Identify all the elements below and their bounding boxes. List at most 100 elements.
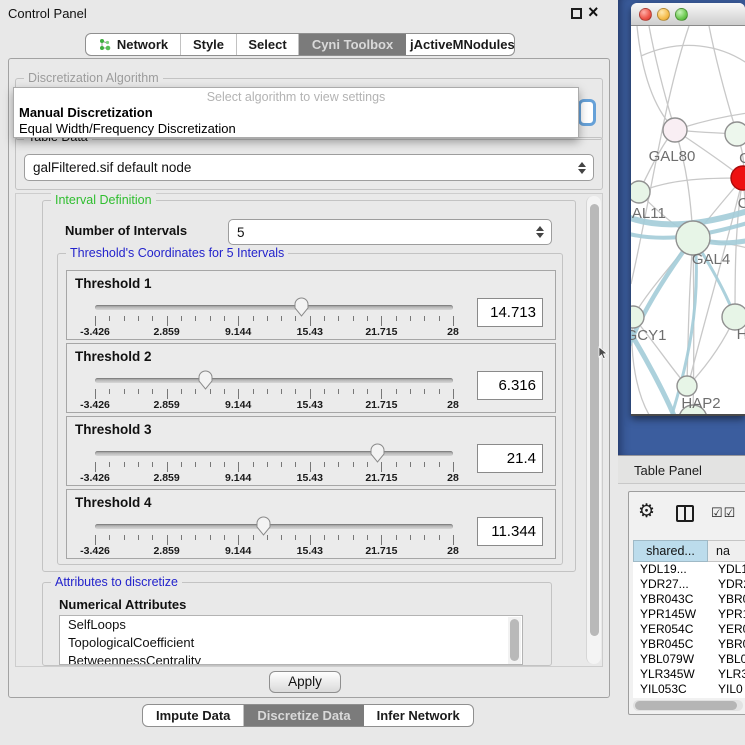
tab-style[interactable]: Style bbox=[181, 34, 237, 55]
slider-tick bbox=[310, 389, 311, 399]
threshold-4-slider-track[interactable] bbox=[95, 524, 453, 529]
slider-tick-label: 28 bbox=[447, 545, 459, 557]
tab-impute-data[interactable]: Impute Data bbox=[143, 705, 244, 726]
zoom-window-icon[interactable] bbox=[675, 8, 688, 21]
cell-shared-name[interactable]: YLR345W bbox=[633, 667, 708, 682]
table-row[interactable]: YLR345WYLR3 bbox=[633, 667, 745, 682]
slider-tick bbox=[238, 316, 239, 326]
slider-tick bbox=[152, 316, 153, 321]
tab-jactivemnodules[interactable]: jActiveMNodules bbox=[406, 34, 515, 55]
table-row[interactable]: YER054CYER0 bbox=[633, 622, 745, 637]
threshold-1-value-field[interactable]: 14.713 bbox=[477, 298, 543, 327]
slider-tick bbox=[295, 535, 296, 540]
tab-infer-network[interactable]: Infer Network bbox=[364, 705, 473, 726]
select-checkboxes-icon[interactable]: ☑☑ bbox=[711, 505, 736, 521]
gear-icon[interactable]: ⚙ bbox=[638, 500, 655, 523]
slider-tick bbox=[338, 535, 339, 540]
attribute-list-item[interactable]: TopologicalCoefficient bbox=[60, 634, 522, 652]
slider-tick bbox=[195, 462, 196, 467]
cell-shared-name[interactable]: YPR145W bbox=[633, 607, 708, 622]
network-node-label: GCY1 bbox=[631, 327, 666, 344]
threshold-1-slider-track[interactable] bbox=[95, 305, 453, 310]
network-node-gcy1[interactable] bbox=[631, 306, 644, 328]
float-panel-icon[interactable] bbox=[571, 8, 582, 19]
network-node-gal4[interactable] bbox=[676, 221, 710, 255]
cell-name[interactable]: YBR0 bbox=[708, 592, 745, 607]
cell-shared-name[interactable]: YDR27... bbox=[633, 577, 708, 592]
cell-shared-name[interactable]: YDL19... bbox=[633, 562, 708, 577]
slider-tick-label: 21.715 bbox=[365, 472, 397, 484]
table-row[interactable]: YPR145WYPR1 bbox=[633, 607, 745, 622]
threshold-3-value-field[interactable]: 21.4 bbox=[477, 444, 543, 473]
tab-discretize-data[interactable]: Discretize Data bbox=[244, 705, 363, 726]
threshold-2-slider-thumb[interactable] bbox=[197, 369, 214, 390]
slider-tick-labels: -3.4262.8599.14415.4321.71528 bbox=[95, 472, 453, 484]
dropdown-placeholder-item[interactable]: Select algorithm to view settings bbox=[14, 88, 578, 105]
attribute-list-item[interactable]: BetweennessCentrality bbox=[60, 652, 522, 665]
column-header-name[interactable]: na bbox=[708, 540, 745, 562]
settings-vertical-scrollbar[interactable] bbox=[586, 196, 601, 664]
network-node-gal80[interactable] bbox=[663, 118, 687, 142]
cell-name[interactable]: YBR0 bbox=[708, 637, 745, 652]
threshold-4-value-field[interactable]: 11.344 bbox=[477, 517, 543, 546]
columns-icon[interactable] bbox=[676, 505, 694, 522]
cell-name[interactable]: YDL1 bbox=[708, 562, 745, 577]
attributes-legend: Attributes to discretize bbox=[51, 575, 182, 589]
cell-name[interactable]: YBL0 bbox=[708, 652, 745, 667]
network-node-label: HAP2 bbox=[681, 395, 720, 412]
threshold-4-slider-thumb[interactable] bbox=[255, 515, 272, 536]
cell-shared-name[interactable]: YBL079W bbox=[633, 652, 708, 667]
threshold-3-slider-thumb[interactable] bbox=[369, 442, 386, 463]
threshold-3-slider-track[interactable] bbox=[95, 451, 453, 456]
numerical-attributes-list[interactable]: SelfLoopsTopologicalCoefficientBetweenne… bbox=[59, 615, 523, 665]
slider-tick-label: 9.144 bbox=[225, 326, 251, 338]
cell-name[interactable]: YLR3 bbox=[708, 667, 745, 682]
close-panel-icon[interactable]: × bbox=[588, 1, 599, 23]
slider-tick bbox=[195, 389, 196, 394]
network-node-red-node[interactable] bbox=[731, 166, 745, 190]
network-window-titlebar[interactable] bbox=[631, 3, 745, 26]
number-of-intervals-combobox[interactable]: 5 bbox=[228, 219, 552, 245]
threshold-1-slider-thumb[interactable] bbox=[293, 296, 310, 317]
tab-cyni-toolbox[interactable]: Cyni Toolbox bbox=[299, 34, 406, 55]
dropdown-item-equal-width-frequency[interactable]: Equal Width/Frequency Discretization bbox=[14, 121, 578, 137]
algorithm-combobox-fragment[interactable] bbox=[578, 99, 596, 126]
cell-shared-name[interactable]: YER054C bbox=[633, 622, 708, 637]
cell-name[interactable]: YIL0 bbox=[708, 682, 745, 697]
cell-shared-name[interactable]: YBR043C bbox=[633, 592, 708, 607]
threshold-2-value-field[interactable]: 6.316 bbox=[477, 371, 543, 400]
table-row[interactable]: YDR27...YDR2 bbox=[633, 577, 745, 592]
table-row[interactable]: YDL19...YDL1 bbox=[633, 562, 745, 577]
tab-network[interactable]: Network bbox=[86, 34, 181, 55]
cell-shared-name[interactable]: YIL053C bbox=[633, 682, 708, 697]
threshold-2-slider-track[interactable] bbox=[95, 378, 453, 383]
attributes-list-scrollbar[interactable] bbox=[508, 617, 521, 665]
cell-name[interactable]: YER0 bbox=[708, 622, 745, 637]
interval-definition-group: Interval Definition Number of Intervals … bbox=[42, 200, 576, 572]
cell-name[interactable]: YPR1 bbox=[708, 607, 745, 622]
slider-tick bbox=[310, 535, 311, 545]
table-row[interactable]: YIL053CYIL0 bbox=[633, 682, 745, 697]
minimize-window-icon[interactable] bbox=[657, 8, 670, 21]
apply-button[interactable]: Apply bbox=[269, 671, 341, 693]
dropdown-item-manual-discretization[interactable]: Manual Discretization bbox=[14, 105, 578, 121]
table-row[interactable]: YBL079WYBL0 bbox=[633, 652, 745, 667]
table-horizontal-scrollbar[interactable] bbox=[633, 700, 743, 711]
slider-tick-label: 9.144 bbox=[225, 545, 251, 557]
network-view-window[interactable]: GAL80GCGAL11GAL4GCY1HHAP2 bbox=[631, 3, 745, 416]
network-canvas[interactable]: GAL80GCGAL11GAL4GCY1HHAP2 bbox=[631, 26, 745, 414]
table-data-combobox[interactable]: galFiltered.sif default node bbox=[24, 154, 594, 181]
table-row[interactable]: YBR045CYBR0 bbox=[633, 637, 745, 652]
table-row[interactable]: YBR043CYBR0 bbox=[633, 592, 745, 607]
slider-tick-label: -3.426 bbox=[80, 399, 110, 411]
attribute-list-item[interactable]: SelfLoops bbox=[60, 616, 522, 634]
threshold-4-panel: Threshold 4 -3.4262.8599.14415.4321.7152… bbox=[66, 489, 556, 559]
network-node-gal11[interactable] bbox=[631, 181, 650, 203]
cell-name[interactable]: YDR2 bbox=[708, 577, 745, 592]
tab-select[interactable]: Select bbox=[237, 34, 299, 55]
cell-shared-name[interactable]: YBR045C bbox=[633, 637, 708, 652]
network-node-gal-partial[interactable] bbox=[725, 122, 745, 146]
network-node-hap2[interactable] bbox=[677, 376, 697, 396]
column-header-shared-name[interactable]: shared... bbox=[633, 540, 708, 562]
close-window-icon[interactable] bbox=[639, 8, 652, 21]
